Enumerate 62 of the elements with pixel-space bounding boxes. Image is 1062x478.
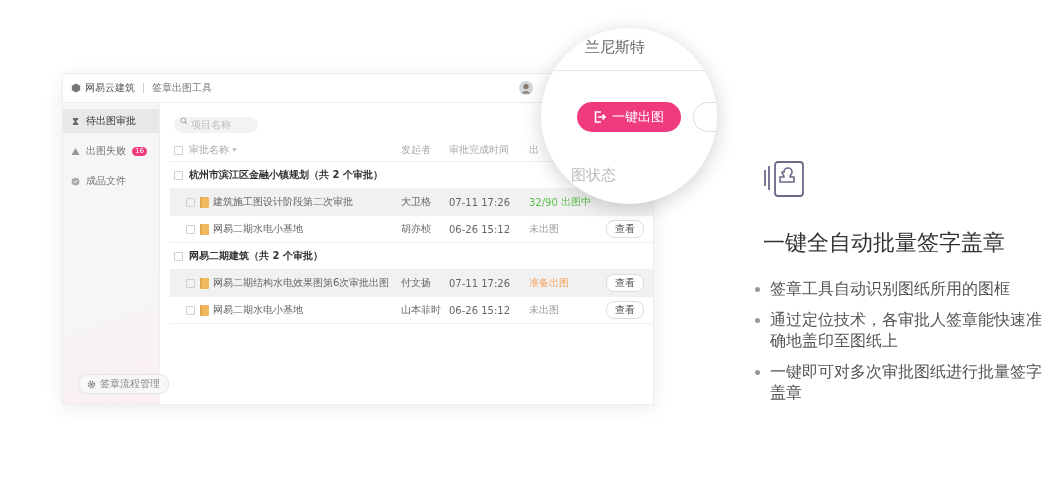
checkbox[interactable] bbox=[186, 305, 195, 315]
group-title: 杭州市滨江区金融小镇规划（共 2 个审批） bbox=[189, 168, 383, 182]
file-icon bbox=[200, 223, 209, 235]
avatar-icon[interactable] bbox=[519, 81, 533, 95]
table-cell-text: 07-11 17:26 bbox=[449, 196, 512, 208]
feature-title: 一键全自动批量签字盖章 bbox=[763, 229, 1006, 257]
table-cell-text: 胡亦桢 bbox=[401, 222, 432, 236]
column-header: 图状态 bbox=[571, 166, 616, 185]
file-icon bbox=[200, 304, 209, 316]
checkbox[interactable] bbox=[186, 224, 195, 234]
table-cell: 网易二期水电小基地 bbox=[213, 222, 303, 236]
group-title: 网易二期建筑（共 2 个审批） bbox=[189, 249, 323, 263]
column-header: 审批完成时间 bbox=[449, 143, 510, 157]
checkbox[interactable] bbox=[186, 197, 195, 207]
table-cell-text: 07-11 17:26 bbox=[449, 277, 512, 289]
table-row[interactable]: 建筑施工图设计阶段第二次审批 大卫格 07-11 17:26 32/90 出图中 bbox=[170, 189, 653, 216]
table-cell-text: 06-26 15:12 bbox=[449, 223, 512, 235]
table-cell: 建筑施工图设计阶段第二次审批 bbox=[213, 195, 353, 209]
sidebar-item[interactable]: 成品文件 bbox=[63, 169, 159, 193]
status-text: 出图中 bbox=[560, 195, 591, 209]
feature-bullet: 签章工具自动识别图纸所用的图框 bbox=[770, 278, 1010, 299]
export-button[interactable]: 一键出图 bbox=[577, 102, 681, 132]
table-cell-text: 山本菲时 bbox=[401, 303, 442, 317]
sidebar-item[interactable]: 待出图审批 bbox=[63, 109, 159, 133]
table-cell-text: 06-26 15:12 bbox=[449, 304, 512, 316]
file-icon bbox=[200, 196, 209, 208]
file-icon bbox=[200, 277, 209, 289]
table-row[interactable]: 网易二期结构水电效果图第6次审批出图 付文扬 07-11 17:26 准备出图 查看 bbox=[170, 270, 653, 297]
sort-caret-icon[interactable] bbox=[232, 148, 237, 152]
view-button[interactable]: 查看 bbox=[606, 301, 644, 319]
export-icon bbox=[594, 111, 606, 123]
progress-count: 32/90 bbox=[529, 196, 558, 208]
brand-name: 网易云建筑 bbox=[85, 81, 135, 95]
column-header: 审批名称 bbox=[189, 143, 401, 157]
feature-bullet: 一键即可对多次审批图纸进行批量签字盖章 bbox=[770, 361, 1043, 403]
status-text: 未出图 bbox=[529, 222, 559, 236]
column-header: 发起者 bbox=[401, 143, 432, 157]
checkbox[interactable] bbox=[174, 251, 183, 261]
table-row[interactable]: 网易二期水电小基地 胡亦桢 06-26 15:12 未出图 查看 bbox=[170, 216, 653, 243]
table-cell-text: 大卫格 bbox=[401, 195, 432, 209]
table-cell-text: 付文扬 bbox=[401, 276, 432, 290]
feature-bullet: 通过定位技术，各审批人签章能快速准确地盖印至图纸上 bbox=[770, 309, 1043, 351]
table-row[interactable]: 网易二期水电小基地 山本菲时 06-26 15:12 未出图 查看 bbox=[170, 297, 653, 324]
view-button[interactable]: 查看 bbox=[606, 220, 644, 238]
hourglass-icon bbox=[71, 116, 80, 126]
checkbox[interactable] bbox=[174, 145, 183, 155]
logo-icon bbox=[71, 83, 81, 93]
checkbox[interactable] bbox=[174, 170, 183, 180]
warning-icon bbox=[71, 146, 80, 156]
table-cell: 网易二期水电小基地 bbox=[213, 303, 303, 317]
flow-settings-button[interactable]: 签章流程管理 bbox=[78, 374, 169, 394]
column-header: 出 bbox=[529, 143, 540, 157]
table-cell: 网易二期结构水电效果图第6次审批出图 bbox=[213, 276, 390, 290]
user-name: 兰尼斯特 bbox=[585, 38, 645, 57]
status-text: 准备出图 bbox=[529, 276, 569, 290]
gear-icon bbox=[87, 379, 96, 389]
tool-title: 签章出图工具 bbox=[152, 81, 212, 95]
stamp-icon bbox=[763, 160, 807, 200]
view-button[interactable]: 查看 bbox=[606, 274, 644, 292]
check-icon bbox=[71, 176, 80, 186]
checkbox[interactable] bbox=[186, 278, 195, 288]
status-text: 未出图 bbox=[529, 303, 559, 317]
